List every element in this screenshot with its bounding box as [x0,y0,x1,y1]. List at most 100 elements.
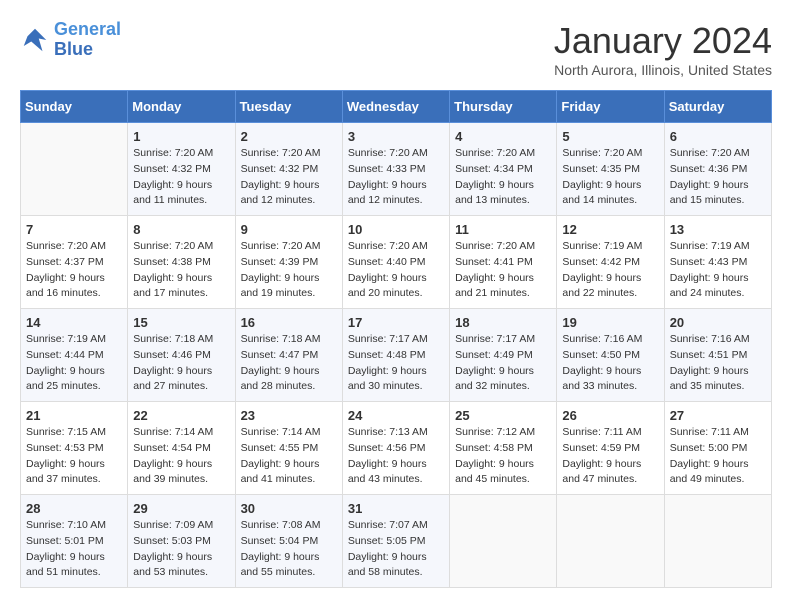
day-info: Sunrise: 7:20 AMSunset: 4:40 PMDaylight:… [348,239,444,302]
calendar-header-row: SundayMondayTuesdayWednesdayThursdayFrid… [21,91,772,123]
day-number: 18 [455,315,551,330]
day-info: Sunrise: 7:19 AMSunset: 4:43 PMDaylight:… [670,239,766,302]
day-number: 16 [241,315,337,330]
day-info: Sunrise: 7:10 AMSunset: 5:01 PMDaylight:… [26,518,122,581]
calendar-week-row: 28 Sunrise: 7:10 AMSunset: 5:01 PMDayligh… [21,495,772,588]
calendar-cell: 20Sunrise: 7:16 AMSunset: 4:51 PMDayligh… [664,309,771,402]
day-number: 22 [133,408,229,423]
calendar-cell [557,495,664,588]
calendar-cell: 15Sunrise: 7:18 AMSunset: 4:46 PMDayligh… [128,309,235,402]
header-wednesday: Wednesday [342,91,449,123]
day-info: Sunrise: 7:19 AMSunset: 4:42 PMDaylight:… [562,239,658,302]
calendar-cell: 23Sunrise: 7:14 AMSunset: 4:55 PMDayligh… [235,402,342,495]
calendar-cell: 4 Sunrise: 7:20 AMSunset: 4:34 PMDaylight… [450,123,557,216]
location: North Aurora, Illinois, United States [554,62,772,78]
day-number: 21 [26,408,122,423]
calendar-cell: 28 Sunrise: 7:10 AMSunset: 5:01 PMDayligh… [21,495,128,588]
day-info: Sunrise: 7:20 AMSunset: 4:33 PMDaylight:… [348,146,444,209]
day-number: 19 [562,315,658,330]
calendar-cell: 31 Sunrise: 7:07 AMSunset: 5:05 PMDayligh… [342,495,449,588]
day-number: 2 [241,129,337,144]
day-number: 31 [348,501,444,516]
day-number: 8 [133,222,229,237]
calendar-cell: 24Sunrise: 7:13 AMSunset: 4:56 PMDayligh… [342,402,449,495]
calendar-cell [664,495,771,588]
day-number: 30 [241,501,337,516]
day-info: Sunrise: 7:11 AMSunset: 5:00 PMDaylight:… [670,425,766,488]
day-info: Sunrise: 7:16 AMSunset: 4:50 PMDaylight:… [562,332,658,395]
header-friday: Friday [557,91,664,123]
calendar-cell: 17Sunrise: 7:17 AMSunset: 4:48 PMDayligh… [342,309,449,402]
day-number: 1 [133,129,229,144]
day-info: Sunrise: 7:08 AMSunset: 5:04 PMDaylight:… [241,518,337,581]
calendar-cell: 19 Sunrise: 7:16 AMSunset: 4:50 PMDayligh… [557,309,664,402]
day-info: Sunrise: 7:18 AMSunset: 4:47 PMDaylight:… [241,332,337,395]
calendar-cell: 25 Sunrise: 7:12 AMSunset: 4:58 PMDayligh… [450,402,557,495]
header-saturday: Saturday [664,91,771,123]
day-number: 12 [562,222,658,237]
calendar-cell: 11 Sunrise: 7:20 AMSunset: 4:41 PMDayligh… [450,216,557,309]
day-info: Sunrise: 7:20 AMSunset: 4:41 PMDaylight:… [455,239,551,302]
day-number: 15 [133,315,229,330]
calendar-table: SundayMondayTuesdayWednesdayThursdayFrid… [20,90,772,588]
day-number: 7 [26,222,122,237]
calendar-cell: 9 Sunrise: 7:20 AMSunset: 4:39 PMDaylight… [235,216,342,309]
day-info: Sunrise: 7:20 AMSunset: 4:32 PMDaylight:… [133,146,229,209]
month-title: January 2024 [554,20,772,62]
day-info: Sunrise: 7:14 AMSunset: 4:55 PMDaylight:… [241,425,337,488]
day-number: 28 [26,501,122,516]
day-info: Sunrise: 7:20 AMSunset: 4:32 PMDaylight:… [241,146,337,209]
day-info: Sunrise: 7:09 AMSunset: 5:03 PMDaylight:… [133,518,229,581]
day-info: Sunrise: 7:20 AMSunset: 4:37 PMDaylight:… [26,239,122,302]
day-info: Sunrise: 7:07 AMSunset: 5:05 PMDaylight:… [348,518,444,581]
calendar-cell: 18 Sunrise: 7:17 AMSunset: 4:49 PMDayligh… [450,309,557,402]
day-info: Sunrise: 7:17 AMSunset: 4:49 PMDaylight:… [455,332,551,395]
day-number: 14 [26,315,122,330]
header-thursday: Thursday [450,91,557,123]
calendar-cell: 7 Sunrise: 7:20 AMSunset: 4:37 PMDaylight… [21,216,128,309]
header-tuesday: Tuesday [235,91,342,123]
day-info: Sunrise: 7:16 AMSunset: 4:51 PMDaylight:… [670,332,766,395]
calendar-cell [21,123,128,216]
logo-line1: General [54,19,121,39]
day-number: 3 [348,129,444,144]
day-info: Sunrise: 7:19 AMSunset: 4:44 PMDaylight:… [26,332,122,395]
calendar-cell: 27Sunrise: 7:11 AMSunset: 5:00 PMDayligh… [664,402,771,495]
calendar-cell: 21 Sunrise: 7:15 AMSunset: 4:53 PMDayligh… [21,402,128,495]
day-info: Sunrise: 7:20 AMSunset: 4:39 PMDaylight:… [241,239,337,302]
calendar-cell: 14 Sunrise: 7:19 AMSunset: 4:44 PMDayligh… [21,309,128,402]
day-number: 9 [241,222,337,237]
calendar-cell: 12 Sunrise: 7:19 AMSunset: 4:42 PMDayligh… [557,216,664,309]
day-info: Sunrise: 7:15 AMSunset: 4:53 PMDaylight:… [26,425,122,488]
calendar-week-row: 7 Sunrise: 7:20 AMSunset: 4:37 PMDaylight… [21,216,772,309]
calendar-week-row: 14 Sunrise: 7:19 AMSunset: 4:44 PMDayligh… [21,309,772,402]
page-header: General Blue January 2024 North Aurora, … [20,20,772,78]
day-number: 11 [455,222,551,237]
logo-text: General Blue [54,20,121,60]
calendar-week-row: 21 Sunrise: 7:15 AMSunset: 4:53 PMDayligh… [21,402,772,495]
calendar-cell: 8 Sunrise: 7:20 AMSunset: 4:38 PMDaylight… [128,216,235,309]
calendar-cell: 30 Sunrise: 7:08 AMSunset: 5:04 PMDayligh… [235,495,342,588]
day-number: 13 [670,222,766,237]
day-info: Sunrise: 7:20 AMSunset: 4:34 PMDaylight:… [455,146,551,209]
logo: General Blue [20,20,121,60]
day-number: 6 [670,129,766,144]
calendar-cell: 1 Sunrise: 7:20 AMSunset: 4:32 PMDaylight… [128,123,235,216]
day-info: Sunrise: 7:14 AMSunset: 4:54 PMDaylight:… [133,425,229,488]
day-number: 26 [562,408,658,423]
day-number: 29 [133,501,229,516]
day-number: 10 [348,222,444,237]
calendar-cell: 10 Sunrise: 7:20 AMSunset: 4:40 PMDayligh… [342,216,449,309]
day-number: 25 [455,408,551,423]
day-number: 4 [455,129,551,144]
calendar-cell: 5Sunrise: 7:20 AMSunset: 4:35 PMDaylight… [557,123,664,216]
day-info: Sunrise: 7:17 AMSunset: 4:48 PMDaylight:… [348,332,444,395]
day-info: Sunrise: 7:20 AMSunset: 4:38 PMDaylight:… [133,239,229,302]
title-area: January 2024 North Aurora, Illinois, Uni… [554,20,772,78]
calendar-cell: 26 Sunrise: 7:11 AMSunset: 4:59 PMDayligh… [557,402,664,495]
header-sunday: Sunday [21,91,128,123]
day-info: Sunrise: 7:12 AMSunset: 4:58 PMDaylight:… [455,425,551,488]
day-info: Sunrise: 7:11 AMSunset: 4:59 PMDaylight:… [562,425,658,488]
day-number: 5 [562,129,658,144]
calendar-cell: 29 Sunrise: 7:09 AMSunset: 5:03 PMDayligh… [128,495,235,588]
